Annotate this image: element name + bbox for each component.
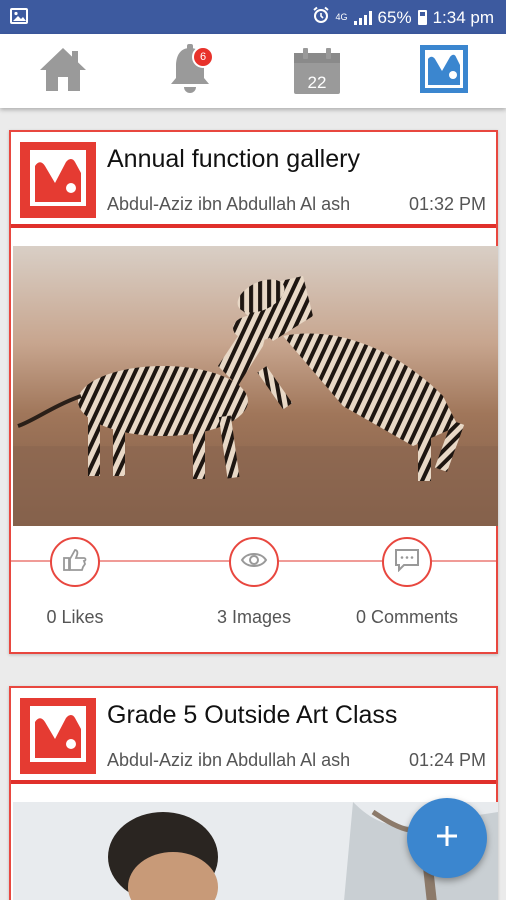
comments-count[interactable]: 0 Comments — [356, 607, 458, 628]
tab-home[interactable] — [33, 42, 93, 100]
signal-icon — [353, 10, 372, 25]
gallery-icon — [28, 704, 88, 769]
like-button[interactable] — [50, 537, 100, 587]
view-images-button[interactable] — [229, 537, 279, 587]
gallery-icon — [420, 44, 468, 98]
post-card[interactable]: Annual function gallery Abdul-Aziz ibn A… — [9, 130, 498, 654]
comment-button[interactable] — [382, 537, 432, 587]
alarm-icon — [312, 6, 330, 29]
images-count[interactable]: 3 Images — [217, 607, 291, 628]
gallery-icon — [28, 148, 88, 213]
battery-percent: 65% — [377, 7, 412, 27]
post-title[interactable]: Grade 5 Outside Art Class — [107, 701, 397, 730]
likes-count[interactable]: 0 Likes — [46, 607, 103, 628]
eye-icon — [240, 550, 268, 575]
post-thumbnail — [20, 142, 96, 218]
add-post-button[interactable] — [407, 798, 487, 878]
clock: 1:34 pm — [432, 7, 494, 27]
gallery-notification-icon — [10, 8, 28, 29]
post-title[interactable]: Annual function gallery — [107, 145, 360, 174]
thumbs-up-icon — [62, 547, 88, 578]
post-thumbnail — [20, 698, 96, 774]
network-type-label: 4G — [335, 12, 348, 22]
post-image[interactable] — [13, 246, 498, 526]
post-author: Abdul-Aziz ibn Abdullah Al ash — [107, 750, 351, 770]
plus-icon — [435, 824, 459, 853]
post-actions: 0 Likes 3 Images 0 Comments — [11, 534, 496, 652]
home-icon — [38, 45, 88, 98]
tab-gallery[interactable] — [414, 42, 474, 100]
tab-calendar[interactable]: 22 — [287, 42, 347, 100]
notification-badge: 6 — [192, 46, 214, 68]
status-bar: 4G 65% 1:34 pm — [0, 0, 506, 34]
tab-notifications[interactable]: 6 — [160, 42, 220, 100]
tab-bar: 6 22 — [0, 34, 506, 108]
calendar-day: 22 — [307, 73, 327, 92]
post-author: Abdul-Aziz ibn Abdullah Al ash — [107, 194, 351, 214]
post-time: 01:32 PM — [408, 194, 486, 214]
battery-icon — [417, 10, 427, 25]
post-header: Grade 5 Outside Art Class Abdul-Aziz ibn… — [11, 688, 496, 784]
post-header: Annual function gallery Abdul-Aziz ibn A… — [11, 132, 496, 228]
comment-icon — [394, 548, 420, 577]
calendar-icon: 22 — [293, 47, 341, 95]
post-time: 01:24 PM — [408, 750, 486, 770]
